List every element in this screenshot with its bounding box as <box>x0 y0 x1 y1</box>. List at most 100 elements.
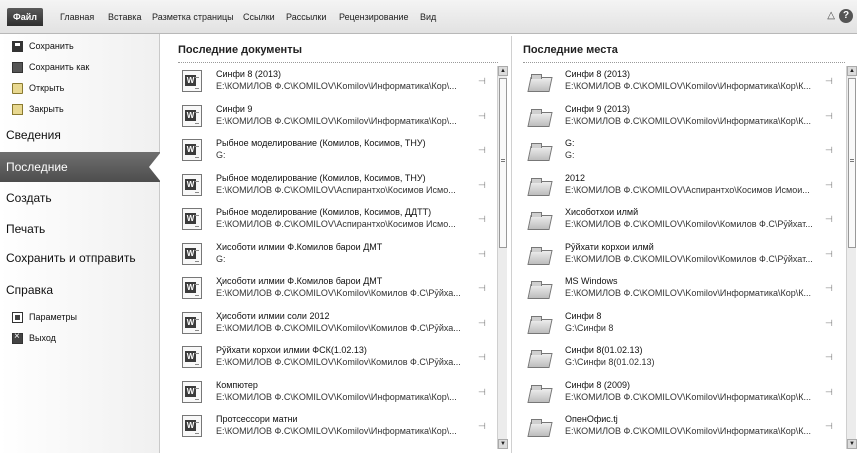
options-icon <box>12 311 23 323</box>
recent-place-item[interactable]: Синфи 9 (2013) E:\КОМИЛОВ Ф.С\KOMILOV\Kom… <box>529 103 839 138</box>
pin-icon[interactable]: ⊣ <box>825 318 833 329</box>
recent-place-item[interactable]: Синфи 8 G:\Синфи 8 ⊣ <box>529 310 839 345</box>
item-path: G: <box>565 150 575 160</box>
recent-document-item[interactable]: W Синфи 8 (2013) E:\КОМИЛОВ Ф.С\KOMILOV\Ko… <box>182 68 492 103</box>
item-path: E:\КОМИЛОВ Ф.С\KOMILOV\Komilov\Информати… <box>216 391 457 402</box>
item-text: Синфи 9 (2013) E:\КОМИЛОВ Ф.С\KOMILOV\Kom… <box>565 103 825 127</box>
recent-document-item[interactable]: W Рӯйхати корхои илмии ФСК(1.02.13) E:\КОМ… <box>182 344 492 379</box>
recent-documents-scrollbar[interactable]: ▲ ▼ <box>497 66 508 449</box>
menu-print[interactable]: Печать <box>6 222 45 236</box>
active-indicator <box>149 152 161 182</box>
close-button[interactable]: Закрыть <box>12 101 64 117</box>
open-button[interactable]: Открыть <box>12 80 64 96</box>
pin-icon[interactable]: ⊣ <box>478 76 486 87</box>
pin-icon[interactable]: ⊣ <box>478 352 486 363</box>
tab-mailings[interactable]: Рассылки <box>286 12 326 22</box>
tab-insert[interactable]: Вставка <box>108 12 141 22</box>
recent-document-item[interactable]: W Рыбное моделирование (Комилов, Косимов,… <box>182 172 492 207</box>
word-logo-icon: W <box>185 247 196 259</box>
recent-document-item[interactable]: W Рыбное моделирование (Комилов, Косимов,… <box>182 206 492 241</box>
help-icon[interactable]: ? <box>839 9 853 23</box>
recent-place-item[interactable]: 2012 E:\КОМИЛОВ Ф.С\KOMILOV\Аспирантхо\Ко… <box>529 172 839 207</box>
item-title: Компютер <box>216 379 258 390</box>
recent-document-item[interactable]: W Рыбное моделирование (Комилов, Косимов,… <box>182 137 492 172</box>
tab-file[interactable]: Файл <box>7 8 43 26</box>
scroll-down-button[interactable]: ▼ <box>498 439 508 449</box>
scroll-up-button[interactable]: ▲ <box>847 66 857 76</box>
item-text: Рӯйхати корхои илмй E:\КОМИЛОВ Ф.С\KOMILO… <box>565 241 825 265</box>
pin-icon[interactable]: ⊣ <box>825 352 833 363</box>
item-path: E:\КОМИЛОВ Ф.С\KOMILOV\Komilov\Информати… <box>565 426 812 436</box>
menu-new[interactable]: Создать <box>6 191 52 205</box>
scroll-thumb[interactable] <box>499 78 507 248</box>
menu-save-and-send[interactable]: Сохранить и отправить <box>6 251 136 265</box>
pin-icon[interactable]: ⊣ <box>825 214 833 225</box>
recent-document-item[interactable]: W Компютер E:\КОМИЛОВ Ф.С\KOMILOV\Komilov\… <box>182 379 492 414</box>
menu-info[interactable]: Сведения <box>6 128 61 142</box>
pin-icon[interactable]: ⊣ <box>478 283 486 294</box>
recent-place-item[interactable]: MS Windows E:\КОМИЛОВ Ф.С\KOMILOV\Komilov… <box>529 275 839 310</box>
recent-place-item[interactable]: Хисоботхои илмй E:\КОМИЛОВ Ф.С\KOMILOV\Ko… <box>529 206 839 241</box>
minimize-ribbon-icon[interactable]: △ <box>827 10 835 21</box>
folder-icon <box>529 246 551 265</box>
folder-icon <box>529 177 551 196</box>
menu-help[interactable]: Справка <box>6 283 53 297</box>
pin-icon[interactable]: ⊣ <box>825 249 833 260</box>
item-title: Ҳисоботи илмии соли 2012 <box>216 310 330 321</box>
recent-document-item[interactable]: W Хисоботи илмии Ф.Комилов барои ДМТ G: ⊣ <box>182 241 492 276</box>
save-button[interactable]: Сохранить <box>12 38 74 54</box>
scroll-thumb[interactable] <box>848 78 856 248</box>
recent-place-item[interactable]: Синфи 8 (2013) E:\КОМИЛОВ Ф.С\KOMILOV\Kom… <box>529 68 839 103</box>
tab-review[interactable]: Рецензирование <box>339 12 409 22</box>
pin-icon[interactable]: ⊣ <box>478 387 486 398</box>
item-text: Синфи 8 (2009) E:\КОМИЛОВ Ф.С\KOMILOV\Kom… <box>565 379 825 403</box>
pin-icon[interactable]: ⊣ <box>478 214 486 225</box>
recent-place-item[interactable]: Синфи 8 (2009) E:\КОМИЛОВ Ф.С\KOMILOV\Kom… <box>529 379 839 414</box>
pin-icon[interactable]: ⊣ <box>478 318 486 329</box>
pin-icon[interactable]: ⊣ <box>825 421 833 432</box>
scroll-down-button[interactable]: ▼ <box>847 439 857 449</box>
recent-document-item[interactable]: W Протсессори матни E:\КОМИЛОВ Ф.С\KOMILOV… <box>182 413 492 448</box>
recent-place-item[interactable]: Рӯйхати корхои илмй E:\КОМИЛОВ Ф.С\KOMILO… <box>529 241 839 276</box>
recent-place-item[interactable]: Синфи 8(01.02.13) G:\Синфи 8(01.02.13) ⊣ <box>529 344 839 379</box>
save-label: Сохранить <box>29 41 74 51</box>
menu-recent[interactable]: Последние <box>0 152 161 182</box>
tab-page-layout[interactable]: Разметка страницы <box>152 12 234 22</box>
pin-icon[interactable]: ⊣ <box>825 76 833 87</box>
recent-document-item[interactable]: W Ҳисоботи илмии соли 2012 E:\КОМИЛОВ Ф.С\… <box>182 310 492 345</box>
pin-icon[interactable]: ⊣ <box>478 111 486 122</box>
word-logo-icon: W <box>185 351 196 362</box>
pin-icon[interactable]: ⊣ <box>825 180 833 191</box>
tab-references[interactable]: Ссылки <box>243 12 275 22</box>
tab-home[interactable]: Главная <box>60 12 94 22</box>
word-logo-icon: W <box>185 282 196 293</box>
options-button[interactable]: Параметры <box>12 309 77 325</box>
item-text: Протсессори матни E:\КОМИЛОВ Ф.С\KOMILOV\… <box>216 413 476 437</box>
pin-icon[interactable]: ⊣ <box>825 145 833 156</box>
save-as-button[interactable]: Сохранить как <box>12 59 89 75</box>
folder-icon <box>529 74 551 92</box>
recent-place-item[interactable]: G: G: ⊣ <box>529 137 839 172</box>
pin-icon[interactable]: ⊣ <box>478 145 486 156</box>
tab-view[interactable]: Вид <box>420 12 436 22</box>
pin-icon[interactable]: ⊣ <box>478 249 486 260</box>
item-title: Синфи 8(01.02.13) <box>565 345 643 355</box>
item-title: Синфи 8 (2009) <box>565 379 630 390</box>
pin-icon[interactable]: ⊣ <box>825 283 833 294</box>
item-text: Хисоботхои илмй E:\КОМИЛОВ Ф.С\KOMILOV\Ko… <box>565 206 825 230</box>
exit-button[interactable]: Выход <box>12 330 56 346</box>
recent-document-item[interactable]: W Синфи 9 E:\КОМИЛОВ Ф.С\KOMILOV\Komilov\И… <box>182 103 492 138</box>
open-folder-icon <box>12 82 23 94</box>
word-document-icon: W <box>182 208 202 230</box>
recent-document-item[interactable]: W Ҳисоботи илмии Ф.Комилов барои ДМТ E:\КО… <box>182 275 492 310</box>
item-text: Синфи 8 G:\Синфи 8 <box>565 310 825 334</box>
pin-icon[interactable]: ⊣ <box>825 111 833 122</box>
recent-places-scrollbar[interactable]: ▲ ▼ <box>846 66 857 449</box>
word-document-icon: W <box>182 70 202 92</box>
scroll-up-button[interactable]: ▲ <box>498 66 508 76</box>
recent-place-item[interactable]: ОпенОфис.tj E:\КОМИЛОВ Ф.С\KOMILOV\Komilo… <box>529 413 839 448</box>
pin-icon[interactable]: ⊣ <box>478 180 486 191</box>
pin-icon[interactable]: ⊣ <box>478 421 486 432</box>
folder-icon <box>529 143 551 161</box>
pin-icon[interactable]: ⊣ <box>825 387 833 398</box>
